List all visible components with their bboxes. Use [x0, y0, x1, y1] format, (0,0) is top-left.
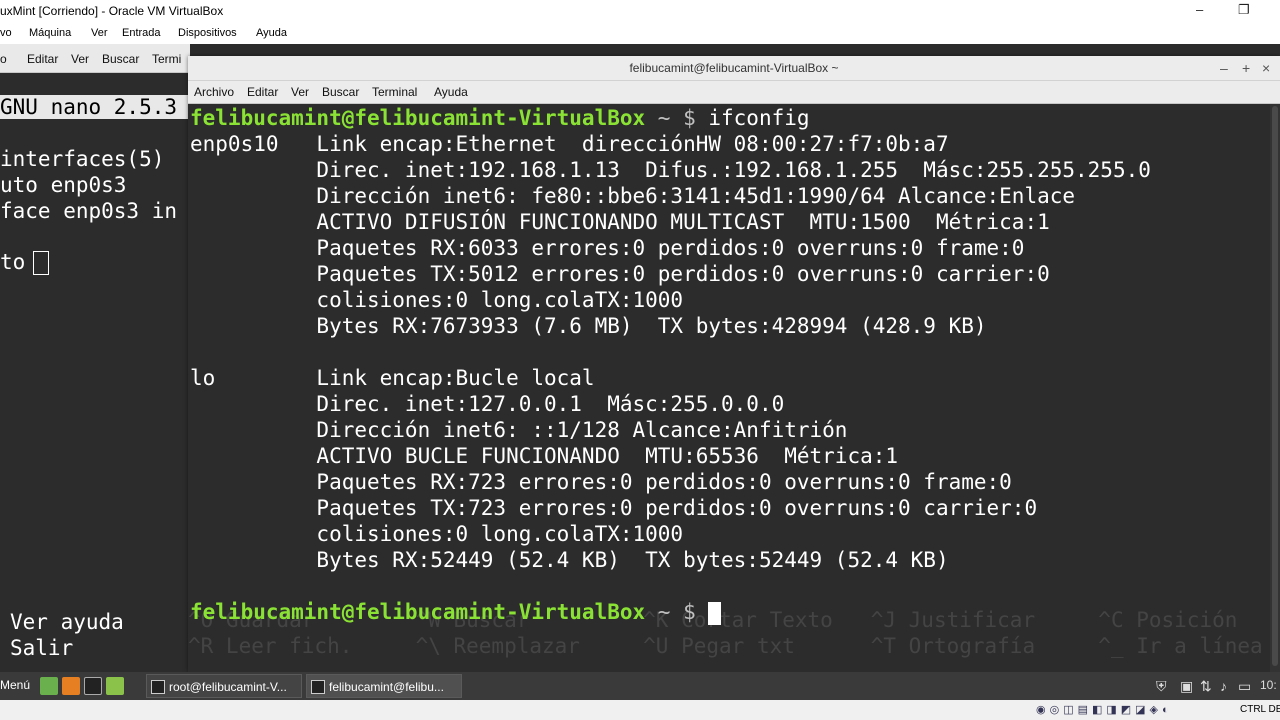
- output-line: colisiones:0 long.colaTX:1000: [190, 522, 684, 546]
- taskbar: Menú root@felibucamint-V... felibucamint…: [0, 672, 1280, 700]
- guest-screen: o Editar Ver Buscar Termi GNU nano 2.5.3…: [0, 44, 1280, 672]
- vbox-menu-ver[interactable]: Ver: [91, 27, 108, 39]
- prompt-user: felibucamint@felibucamint-VirtualBox: [190, 106, 646, 130]
- output-line: enp0s10 Link encap:Ethernet direcciónHW …: [190, 132, 949, 156]
- bg-menu-archivo[interactable]: o: [0, 52, 7, 66]
- output-line: ACTIVO BUCLE FUNCIONANDO MTU:65536 Métri…: [190, 444, 899, 468]
- shield-icon[interactable]: ⛨: [1156, 678, 1167, 695]
- network-icon[interactable]: ⇅: [1200, 678, 1212, 695]
- vbox-menu-maquina[interactable]: Máquina: [29, 27, 71, 39]
- output-line: Dirección inet6: ::1/128 Alcance:Anfitri…: [190, 418, 848, 442]
- prompt-user: felibucamint@felibucamint-VirtualBox: [190, 600, 646, 624]
- nano-header: GNU nano 2.5.3: [0, 95, 190, 119]
- output-line: Dirección inet6: fe80::bbe6:3141:45d1:19…: [190, 184, 1076, 208]
- output-line: Paquetes TX:5012 errores:0 perdidos:0 ov…: [190, 262, 1050, 286]
- vbox-status-bar: ◉◎◫▤◧◨◩◪◈◐ CTRL DE: [0, 700, 1280, 720]
- prompt-path: ~ $: [645, 106, 709, 130]
- vbox-menu-ayuda[interactable]: Ayuda: [256, 27, 287, 39]
- output-line: lo Link encap:Bucle local: [190, 366, 595, 390]
- battery-icon[interactable]: ▭: [1238, 678, 1251, 695]
- vbox-menu-dispositivos[interactable]: Dispositivos: [178, 27, 237, 39]
- terminal-window: felibucamint@felibucamint-VirtualBox ~ –…: [188, 56, 1280, 672]
- vbox-device-icons[interactable]: ◉◎◫▤◧◨◩◪◈◐: [1036, 703, 1173, 716]
- restore-button[interactable]: ❐: [1238, 2, 1250, 18]
- bg-terminal-body[interactable]: GNU nano 2.5.3 interfaces(5) uto enp0s3 …: [0, 73, 190, 672]
- terminal-body[interactable]: ^O Guardar ^W Buscar ^K Cortar Texto ^J …: [188, 104, 1280, 672]
- terminal-maximize-icon[interactable]: +: [1242, 56, 1250, 80]
- command-text: ifconfig: [708, 106, 810, 130]
- nano-help-salir: Salir: [10, 636, 74, 660]
- vbox-title-bar: uxMint [Corriendo] - Oracle VM VirtualBo…: [0, 0, 1280, 22]
- vbox-menu-bar: vo Máquina Ver Entrada Dispositivos Ayud…: [0, 22, 1280, 44]
- output-line: Bytes RX:7673933 (7.6 MB) TX bytes:42899…: [190, 314, 987, 338]
- taskbar-task-user-terminal[interactable]: felibucamint@felibu...: [306, 674, 462, 698]
- firefox-icon[interactable]: [62, 677, 80, 695]
- task-label: felibucamint@felibu...: [329, 680, 444, 694]
- vbox-menu-archivo[interactable]: vo: [0, 27, 12, 39]
- start-menu-button[interactable]: Menú: [0, 678, 30, 692]
- clock[interactable]: 10:: [1260, 678, 1277, 692]
- output-line: Bytes RX:52449 (52.4 KB) TX bytes:52449 …: [190, 548, 949, 572]
- menu-buscar[interactable]: Buscar: [322, 85, 359, 99]
- bg-line: interfaces(5): [0, 147, 165, 171]
- terminal-task-icon: [311, 680, 325, 694]
- terminal-scrollbar[interactable]: [1270, 104, 1280, 672]
- menu-ver[interactable]: Ver: [291, 85, 309, 99]
- terminal-menu-bar: Archivo Editar Ver Buscar Terminal Ayuda: [188, 81, 1280, 104]
- output-line: Paquetes TX:723 errores:0 perdidos:0 ove…: [190, 496, 1038, 520]
- output-line: Direc. inet:127.0.0.1 Másc:255.0.0.0: [190, 392, 785, 416]
- bg-menu-ver[interactable]: Ver: [71, 52, 89, 66]
- menu-ayuda[interactable]: Ayuda: [434, 85, 468, 99]
- clipboard-icon[interactable]: ▣: [1180, 678, 1193, 695]
- bg-line: uto enp0s3: [0, 173, 127, 197]
- terminal-title: felibucamint@felibucamint-VirtualBox ~: [629, 61, 839, 75]
- scrollbar-thumb[interactable]: [1272, 106, 1278, 666]
- output-line: Direc. inet:192.168.1.13 Difus.:192.168.…: [190, 158, 1151, 182]
- ghost-shortcuts-row-2: ^R Leer fich. ^\ Reemplazar ^U Pegar txt…: [188, 634, 1263, 658]
- prompt-line: felibucamint@felibucamint-VirtualBox ~ $: [190, 600, 722, 625]
- output-line: colisiones:0 long.colaTX:1000: [190, 288, 684, 312]
- vbox-window-title: uxMint [Corriendo] - Oracle VM VirtualBo…: [0, 4, 224, 18]
- menu-editar[interactable]: Editar: [247, 85, 278, 99]
- nano-cursor: [33, 251, 50, 275]
- menu-archivo[interactable]: Archivo: [194, 85, 234, 99]
- bg-line-text: to: [0, 250, 26, 274]
- vbox-menu-entrada[interactable]: Entrada: [122, 27, 161, 39]
- terminal-close-icon[interactable]: ×: [1262, 56, 1270, 80]
- file-manager-icon[interactable]: [106, 677, 124, 695]
- bg-menu-buscar[interactable]: Buscar: [102, 52, 139, 66]
- command-line: felibucamint@felibucamint-VirtualBox ~ $…: [190, 106, 810, 131]
- terminal-task-icon: [151, 680, 165, 694]
- output-line: ACTIVO DIFUSIÓN FUNCIONANDO MULTICAST MT…: [190, 210, 1050, 234]
- volume-icon[interactable]: ♪: [1220, 678, 1227, 694]
- terminal-title-bar: felibucamint@felibucamint-VirtualBox ~ –…: [188, 56, 1280, 81]
- terminal-cursor: [708, 601, 722, 625]
- bg-line: to: [0, 250, 50, 275]
- bg-menu-editar[interactable]: Editar: [27, 52, 58, 66]
- bg-menu-terminal[interactable]: Termi: [152, 52, 181, 66]
- taskbar-task-root-terminal[interactable]: root@felibucamint-V...: [146, 674, 302, 698]
- terminal-minimize-icon[interactable]: –: [1220, 56, 1228, 80]
- output-line: Paquetes RX:6033 errores:0 perdidos:0 ov…: [190, 236, 1025, 260]
- task-label: root@felibucamint-V...: [169, 680, 287, 694]
- bg-terminal-menu-bar: o Editar Ver Buscar Termi: [0, 44, 190, 73]
- nano-help-ver-ayuda: Ver ayuda: [10, 610, 124, 634]
- show-desktop-icon[interactable]: [40, 677, 58, 695]
- host-key-label: CTRL DE: [1240, 704, 1280, 715]
- prompt-path: ~ $: [645, 600, 709, 624]
- minimize-button[interactable]: –: [1196, 2, 1203, 17]
- bg-line: face enp0s3 in: [0, 199, 178, 223]
- output-line: Paquetes RX:723 errores:0 perdidos:0 ove…: [190, 470, 1012, 494]
- terminal-launcher-icon[interactable]: [84, 677, 102, 695]
- menu-terminal[interactable]: Terminal: [372, 85, 417, 99]
